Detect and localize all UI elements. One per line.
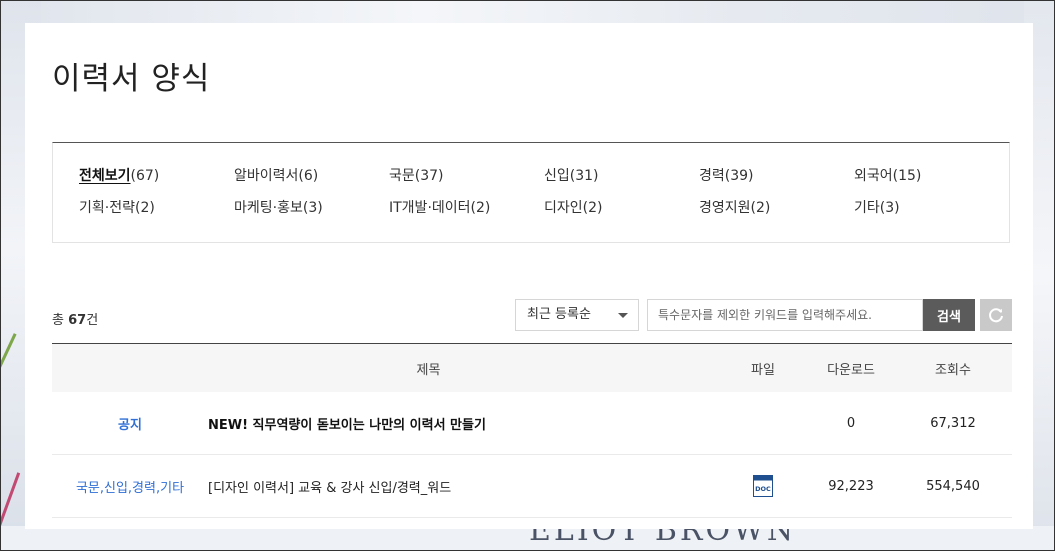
category-label: 경력 [699, 168, 725, 184]
category-item-planning[interactable]: 기획·전략(2) [79, 198, 234, 218]
table-row[interactable]: 국문,신입,경력,기타 [디자인 이력서] 교육 & 강사 신입/경력_워드 D… [52, 454, 1012, 518]
row-views: 554,540 [894, 454, 1012, 518]
header-downloads: 다운로드 [827, 362, 875, 378]
category-item-management-support[interactable]: 경영지원(2) [699, 198, 854, 218]
total-number: 67 [68, 313, 87, 328]
category-label: 경영지원 [699, 200, 751, 216]
table-header-row: 제목 파일 다운로드 조회수 [52, 343, 1012, 393]
reset-button[interactable] [980, 299, 1012, 331]
category-count: (67) [130, 168, 160, 184]
category-label: 기타 [854, 200, 880, 216]
category-count: (15) [892, 168, 922, 184]
sort-select[interactable]: 최근 등록순 [515, 299, 639, 331]
row-file [718, 392, 808, 455]
category-label: 디자인 [544, 200, 583, 216]
row-downloads: 0 [808, 392, 894, 455]
row-title[interactable]: NEW! 직무역량이 돋보이는 나만의 이력서 만들기 [208, 392, 718, 455]
category-label: 기획·전략 [79, 200, 135, 216]
row-downloads: 92,223 [808, 454, 894, 518]
resume-template-panel: 이력서 양식 전체보기(67) 알바이력서(6) 국문(37) 신입(31) 경… [25, 23, 1033, 529]
header-views: 조회수 [935, 362, 971, 378]
background-bottom [1, 526, 1054, 550]
row-file: DOC [718, 454, 808, 518]
category-label: 알바이력서 [234, 168, 299, 184]
category-grid: 전체보기(67) 알바이력서(6) 국문(37) 신입(31) 경력(39) 외… [79, 166, 1009, 218]
total-prefix: 총 [52, 313, 64, 328]
doc-file-icon[interactable]: DOC [753, 475, 773, 497]
row-category: 공지 [52, 392, 208, 455]
category-item-marketing[interactable]: 마케팅·홍보(3) [234, 198, 389, 218]
category-item-korean[interactable]: 국문(37) [389, 166, 544, 186]
category-count: (39) [724, 168, 754, 184]
notice-tag[interactable]: 공지 [118, 418, 142, 433]
category-count: (2) [750, 200, 771, 216]
category-label: 신입 [544, 168, 570, 184]
refresh-icon [989, 308, 1003, 323]
background-sheet-top [1, 1, 1054, 25]
category-count: (31) [569, 168, 599, 184]
category-item-all[interactable]: 전체보기(67) [79, 166, 234, 186]
category-filter-box: 전체보기(67) 알바이력서(6) 국문(37) 신입(31) 경력(39) 외… [52, 142, 1010, 243]
category-count: (6) [298, 168, 319, 184]
category-tags-link[interactable]: 국문,신입,경력,기타 [76, 481, 184, 496]
row-views: 67,312 [894, 392, 1012, 455]
category-label: IT개발·데이터 [389, 200, 471, 216]
category-count: (3) [302, 200, 323, 216]
category-count: (37) [414, 168, 444, 184]
table-row[interactable]: 공지 NEW! 직무역량이 돋보이는 나만의 이력서 만들기 0 67,312 [52, 392, 1012, 455]
total-suffix: 건 [86, 313, 99, 328]
template-table-wrap: 제목 파일 다운로드 조회수 공지 NEW! 직무역량이 돋보이는 나만의 이력… [52, 343, 1012, 518]
doc-file-icon-label: DOC [755, 485, 771, 493]
header-file: 파일 [751, 362, 775, 378]
category-item-part-time[interactable]: 알바이력서(6) [234, 166, 389, 186]
category-label: 마케팅·홍보 [234, 200, 303, 216]
search-input[interactable] [647, 299, 923, 331]
category-item-etc[interactable]: 기타(3) [854, 198, 1009, 218]
template-table: 제목 파일 다운로드 조회수 공지 NEW! 직무역량이 돋보이는 나만의 이력… [52, 343, 1012, 518]
page-title: 이력서 양식 [52, 61, 211, 97]
sort-selected-value: 최근 등록순 [527, 307, 591, 322]
row-title-link[interactable]: NEW! 직무역량이 돋보이는 나만의 이력서 만들기 [208, 418, 486, 433]
category-count: (2) [582, 200, 603, 216]
category-count: (3) [879, 200, 900, 216]
doc-file-icon-graphic: DOC [753, 475, 773, 497]
header-category [52, 344, 208, 393]
category-item-new-grad[interactable]: 신입(31) [544, 166, 699, 186]
row-title[interactable]: [디자인 이력서] 교육 & 강사 신입/경력_워드 [208, 454, 718, 518]
category-item-foreign-language[interactable]: 외국어(15) [854, 166, 1009, 186]
category-count: (2) [470, 200, 491, 216]
search-button[interactable]: 검색 [923, 299, 975, 331]
category-label: 외국어 [854, 168, 893, 184]
header-title: 제목 [416, 362, 441, 378]
category-item-it-data[interactable]: IT개발·데이터(2) [389, 198, 544, 218]
row-category: 국문,신입,경력,기타 [52, 454, 208, 518]
row-title-link[interactable]: [디자인 이력서] 교육 & 강사 신입/경력_워드 [208, 481, 451, 496]
category-item-design[interactable]: 디자인(2) [544, 198, 699, 218]
category-label: 국문 [389, 168, 415, 184]
category-item-experienced[interactable]: 경력(39) [699, 166, 854, 186]
category-count: (2) [134, 200, 155, 216]
category-label: 전체보기 [79, 168, 131, 184]
total-count: 총 67건 [52, 309, 98, 328]
chevron-down-icon [618, 313, 628, 318]
